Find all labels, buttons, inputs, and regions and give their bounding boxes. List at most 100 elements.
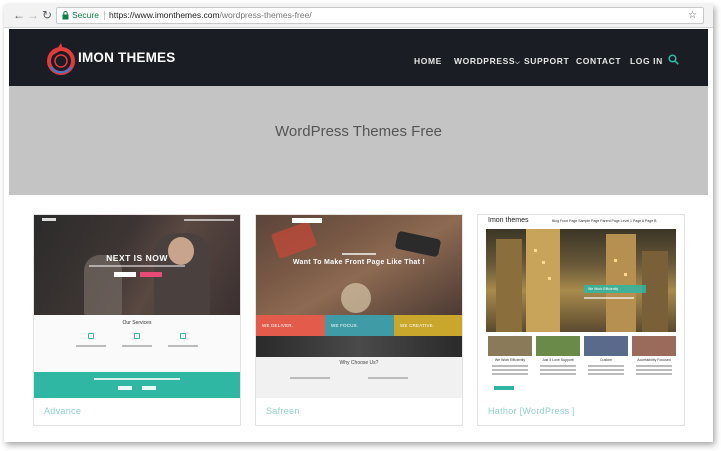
preview-window (614, 259, 617, 262)
preview-header: Imon themes Blog Front Page Sample Page … (478, 215, 684, 229)
preview-text-line (584, 297, 634, 299)
preview-tile: Custom (584, 336, 628, 396)
preview-text-line (588, 365, 624, 367)
preview-button (118, 386, 132, 390)
preview-text-line (492, 373, 528, 375)
preview-services: Our Services (34, 315, 240, 372)
preview-logo: Imon themes (488, 217, 529, 224)
preview-section-title: Why Choose Us? (339, 360, 379, 366)
preview-tile-image (632, 336, 676, 356)
preview-text-line (168, 345, 198, 347)
preview-tiles: We Work Efficiently Just 5 Love Support!… (486, 332, 676, 398)
theme-thumbnail[interactable]: Want To Make Front Page Like That ! WE D… (256, 215, 462, 398)
page-title: WordPress Themes Free (275, 123, 442, 140)
theme-name[interactable]: Advance (44, 406, 81, 416)
preview-panel-title: WE DELIVER. (262, 323, 294, 328)
preview-button (114, 272, 136, 277)
arrow-right-icon[interactable]: → (26, 8, 40, 22)
preview-text-line (636, 369, 672, 371)
preview-building (496, 239, 522, 332)
preview-text-line (342, 253, 376, 255)
preview-overlay: We Work Efficiently (584, 285, 646, 293)
theme-name[interactable]: Hathor [WordPress ] (488, 406, 575, 416)
preview-window (548, 277, 551, 280)
preview-tile-image (584, 336, 628, 356)
brand-name: IMON THEMES (78, 50, 176, 65)
url-host: https://www.imonthemes.com (109, 10, 220, 20)
url-path: /wordpress-themes-free/ (219, 10, 312, 20)
preview-text-line (540, 373, 576, 375)
preview-dark-band (256, 336, 462, 357)
theme-thumbnail[interactable]: Imon themes Blog Front Page Sample Page … (478, 215, 684, 398)
preview-button (494, 386, 514, 390)
preview-building (526, 229, 560, 332)
browser-toolbar: ← → ↻ Secure https://www.imonthemes.com/… (4, 4, 713, 28)
preview-text-line (588, 373, 624, 375)
preview-text-line (540, 369, 576, 371)
nav-support[interactable]: SUPPORT (524, 56, 569, 66)
preview-text-line (540, 365, 576, 367)
search-icon[interactable] (668, 54, 679, 65)
address-bar[interactable]: Secure https://www.imonthemes.com/wordpr… (56, 7, 704, 24)
preview-logo (292, 218, 322, 223)
preview-nav (184, 219, 234, 221)
preview-tile-title: Custom (599, 358, 613, 362)
anchor-icon (88, 333, 94, 339)
theme-card-safreen[interactable]: Want To Make Front Page Like That ! WE D… (255, 214, 463, 426)
reload-icon[interactable]: ↻ (40, 8, 54, 22)
preview-tile: We Work Efficiently (488, 336, 532, 396)
preview-text-line (492, 369, 528, 371)
lock-icon (62, 11, 69, 20)
preview-subtext (89, 265, 185, 267)
secure-label: Secure (72, 10, 99, 20)
preview-text-line (122, 345, 152, 347)
preview-text-line (588, 369, 624, 371)
preview-tile: Just 5 Love Support! (536, 336, 580, 396)
preview-panel-title: WE FOCUS. (331, 323, 359, 328)
preview-tile-image (536, 336, 580, 356)
preview-tile-image (488, 336, 532, 356)
address-separator (104, 11, 105, 20)
preview-tile-title: Just 5 Love Support! (541, 358, 575, 362)
preview-window (624, 273, 627, 276)
nav-contact[interactable]: CONTACT (576, 56, 621, 66)
preview-headline: NEXT IS NOW (106, 253, 168, 263)
preview-window (534, 249, 537, 252)
theme-thumbnail[interactable]: NEXT IS NOW Our Services (34, 215, 240, 398)
preview-tile: Accessibility Focused (632, 336, 676, 396)
chevron-down-icon: ⌵ (515, 60, 521, 66)
preview-text-line (368, 377, 408, 379)
preview-tile-title: We Work Efficiently (494, 358, 526, 362)
preview-text-line (636, 365, 672, 367)
theme-name[interactable]: Safreen (266, 406, 300, 416)
preview-tile-title: Accessibility Focused (637, 358, 671, 362)
arrow-left-icon[interactable]: ← (12, 8, 26, 22)
nav-wordpress[interactable]: WORDPRESS⌵ (454, 56, 520, 67)
preview-window (542, 261, 545, 264)
preview-text-line (492, 365, 528, 367)
star-icon[interactable]: ☆ (688, 8, 697, 23)
url-text[interactable]: https://www.imonthemes.com/wordpress-the… (109, 8, 312, 23)
site-logo[interactable]: IMON THEMES (45, 41, 175, 77)
preview-hero: Want To Make Front Page Like That ! (256, 215, 462, 315)
nav-home[interactable]: HOME (414, 56, 442, 66)
theme-card-advance[interactable]: NEXT IS NOW Our Services Advance (33, 214, 241, 426)
preview-headline: Want To Make Front Page Like That ! (292, 259, 426, 266)
preview-text-line (636, 373, 672, 375)
preview-nav: Blog Front Page Sample Page Parent Page … (552, 219, 657, 223)
preview-person (84, 255, 122, 315)
nav-wordpress-label: WORDPRESS (454, 56, 516, 66)
logo-mark-icon (47, 43, 75, 75)
page-hero: WordPress Themes Free (9, 86, 708, 195)
preview-text-line (290, 377, 330, 379)
theme-card-hathor[interactable]: Imon themes Blog Front Page Sample Page … (477, 214, 685, 426)
preview-building (606, 234, 636, 332)
preview-image-object (270, 220, 318, 260)
nav-login[interactable]: LOG IN (630, 56, 663, 66)
site-header: IMON THEMES HOME WORDPRESS⌵ SUPPORT CONT… (9, 29, 708, 86)
preview-text-line (76, 345, 106, 347)
browser-window: ← → ↻ Secure https://www.imonthemes.com/… (4, 4, 713, 442)
preview-button (140, 272, 162, 277)
preview-panel-title: WE CREATIVE. (400, 323, 435, 328)
preview-hero: NEXT IS NOW (34, 215, 240, 315)
